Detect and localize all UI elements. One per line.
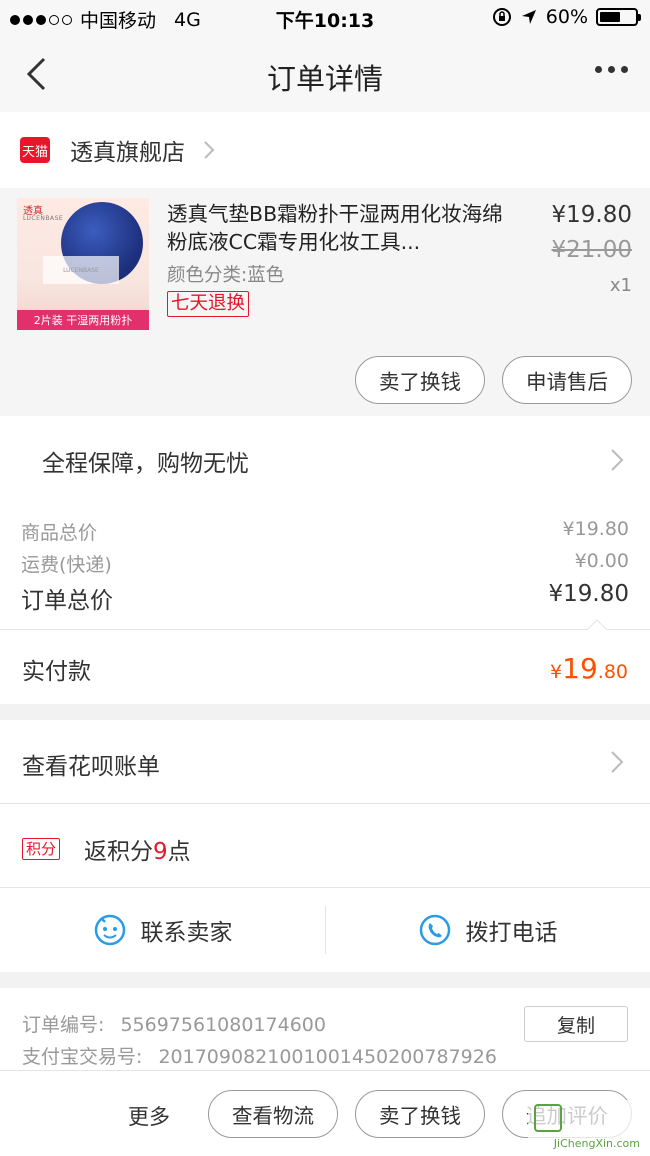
contact-row: 联系卖家 拨打电话 xyxy=(0,888,650,972)
thumb-banner: 2片装 干湿两用粉扑 xyxy=(17,310,149,330)
order-number-label: 订单编号: xyxy=(22,1014,105,1036)
points-suffix: 点 xyxy=(167,839,191,865)
product-card: 透真 LUCENBASE LUCENBASE 2片装 干湿两用粉扑 透真气垫BB… xyxy=(0,188,650,416)
guarantee-row[interactable]: 全程保障，购物无忧 xyxy=(0,416,650,506)
view-logistics-button[interactable]: 查看物流 xyxy=(208,1090,338,1138)
huabei-bill-row[interactable]: 查看花呗账单 xyxy=(0,720,650,804)
order-total-value: ¥19.80 xyxy=(548,581,629,607)
goods-total-label: 商品总价 xyxy=(21,522,98,544)
paid-amount-row: 实付款 ¥19.80 xyxy=(0,630,650,704)
product-spec: 颜色分类:蓝色 xyxy=(167,265,285,286)
points-badge: 积分 xyxy=(22,838,61,860)
paid-decimal: .80 xyxy=(597,661,628,683)
points-row: 积分 返积分9点 xyxy=(0,804,650,888)
apply-aftersale-button[interactable]: 申请售后 xyxy=(502,356,632,404)
alipay-number-value: 2017090821001001450200787926 xyxy=(158,1046,497,1068)
page-title: 订单详情 xyxy=(266,62,383,96)
more-button[interactable]: 更多 xyxy=(128,1101,170,1131)
chat-face-icon xyxy=(94,914,125,946)
paid-amount: ¥19.80 xyxy=(550,652,628,685)
alipay-number-label: 支付宝交易号: xyxy=(22,1046,143,1068)
thumb-box: LUCENBASE xyxy=(43,256,119,284)
more-options-icon[interactable] xyxy=(595,66,628,73)
rotation-lock-icon xyxy=(492,8,511,26)
price-summary: 商品总价 ¥19.80 运费(快递) ¥0.00 订单总价 ¥19.80 xyxy=(0,506,650,630)
goods-total-row: 商品总价 ¥19.80 xyxy=(21,518,629,545)
shipping-label: 运费(快递) xyxy=(21,554,112,576)
product-price: ¥19.80 xyxy=(551,202,632,228)
shipping-row: 运费(快递) ¥0.00 xyxy=(21,550,629,577)
product-title[interactable]: 透真气垫BB霜粉扑干湿两用化妆海绵粉底液CC霜专用化妆工具... xyxy=(167,200,507,256)
store-name: 透真旗舰店 xyxy=(70,140,185,166)
chevron-right-icon xyxy=(204,141,215,159)
phone-icon xyxy=(419,914,450,946)
paid-integer: 19 xyxy=(562,652,598,685)
points-value: 9 xyxy=(153,839,168,865)
alipay-number-row: 支付宝交易号: 2017090821001001450200787926 xyxy=(22,1042,497,1069)
site-watermark: JiChengXin.com xyxy=(528,1100,646,1152)
order-total-label: 订单总价 xyxy=(21,588,113,614)
chevron-right-icon xyxy=(611,751,624,773)
contact-seller-button[interactable]: 联系卖家 xyxy=(0,888,325,972)
guarantee-label: 全程保障，购物无忧 xyxy=(42,451,249,477)
battery-icon xyxy=(596,8,641,26)
paid-symbol: ¥ xyxy=(550,661,563,683)
order-info: 订单编号: 55697561080174600 支付宝交易号: 20170908… xyxy=(0,988,650,1070)
sell-for-cash-button[interactable]: 卖了换钱 xyxy=(355,356,485,404)
product-image[interactable]: 透真 LUCENBASE LUCENBASE 2片装 干湿两用粉扑 xyxy=(17,198,149,330)
tmall-icon: 天猫 xyxy=(20,137,50,163)
battery-percent: 60% xyxy=(545,6,588,28)
status-right: 60% xyxy=(492,6,641,28)
huabei-label: 查看花呗账单 xyxy=(22,754,160,780)
watermark-text: JiChengXin.com xyxy=(553,1137,640,1150)
original-price: ¥21.00 xyxy=(551,237,632,263)
shipping-value: ¥0.00 xyxy=(574,550,629,572)
location-arrow-icon xyxy=(521,10,536,24)
goods-total-value: ¥19.80 xyxy=(562,518,629,540)
nav-bar: 订单详情 xyxy=(0,36,650,112)
contact-seller-label: 联系卖家 xyxy=(140,920,233,946)
order-total-row: 订单总价 ¥19.80 xyxy=(21,581,629,615)
thumb-brand-sub: LUCENBASE xyxy=(23,215,64,222)
copy-button[interactable]: 复制 xyxy=(524,1006,628,1042)
store-header[interactable]: 天猫 透真旗舰店 xyxy=(0,112,650,188)
bottom-action-bar: 更多 查看物流 卖了换钱 追加评价 JiChengXin.com xyxy=(0,1070,650,1156)
order-number-row: 订单编号: 55697561080174600 xyxy=(22,1010,326,1037)
watermark-logo-icon xyxy=(534,1104,562,1132)
points-prefix: 返积分 xyxy=(84,839,153,865)
sell-for-cash-bottom-button[interactable]: 卖了换钱 xyxy=(355,1090,485,1138)
order-number-value: 55697561080174600 xyxy=(120,1014,326,1036)
points-text: 返积分9点 xyxy=(84,832,191,866)
status-bar: 中国移动 4G 下午10:13 60% xyxy=(0,0,650,36)
call-phone-button[interactable]: 拨打电话 xyxy=(325,888,650,972)
paid-label: 实付款 xyxy=(22,659,91,685)
call-phone-label: 拨打电话 xyxy=(465,920,558,946)
product-quantity: x1 xyxy=(609,275,632,296)
return-policy-badge: 七天退换 xyxy=(167,291,250,317)
chevron-right-icon xyxy=(611,449,624,471)
